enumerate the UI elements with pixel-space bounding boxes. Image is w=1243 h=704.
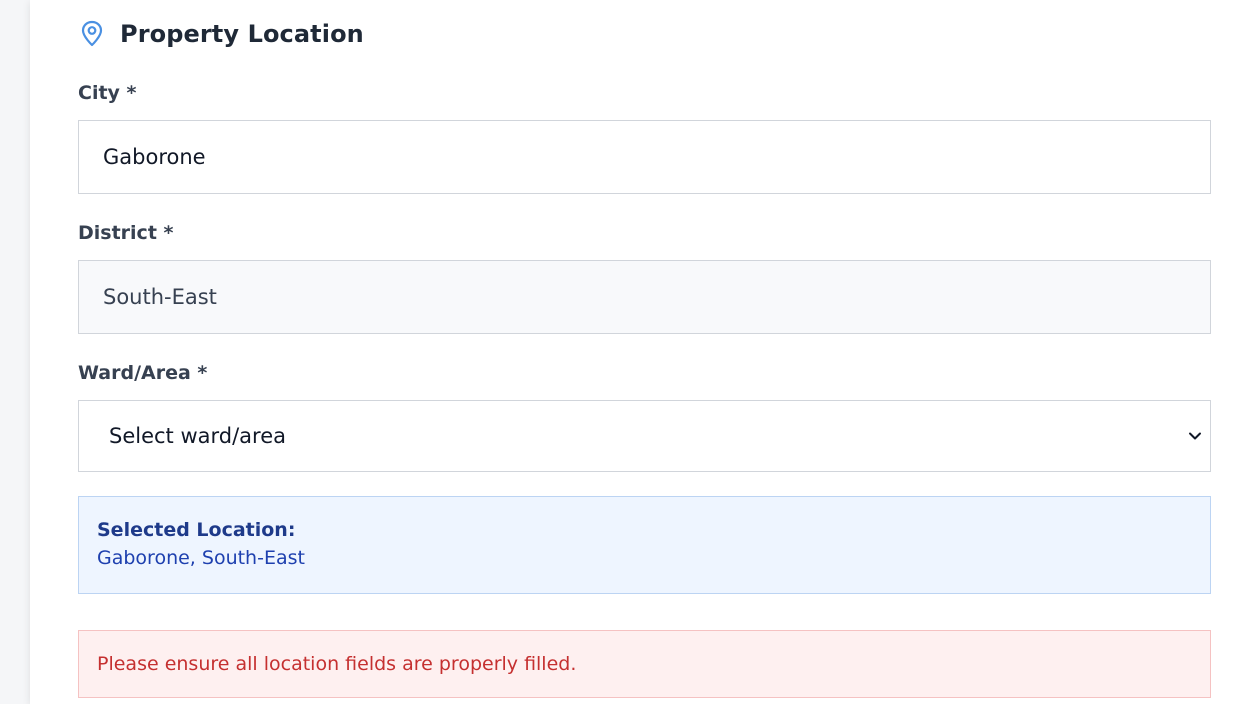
left-gutter [0,0,30,704]
district-label: District * [78,222,174,244]
error-message: Please ensure all location fields are pr… [97,653,577,675]
ward-selected-value: Select ward/area [109,424,287,448]
selected-location-box: Selected Location: Gaborone, South-East [78,496,1211,594]
city-input[interactable]: Gaborone [78,120,1211,194]
section-title: Property Location [120,20,364,48]
ward-select[interactable]: Select ward/area [78,400,1211,472]
property-location-panel: Property Location City * Gaborone Distri… [30,0,1243,704]
district-input[interactable]: South-East [78,260,1211,334]
map-pin-icon [78,20,106,48]
chevron-down-icon [1188,429,1202,443]
selected-location-title: Selected Location: [97,519,296,541]
ward-label: Ward/Area * [78,362,208,384]
section-header: Property Location [78,14,364,54]
selected-location-value: Gaborone, South-East [97,547,305,569]
city-value: Gaborone [103,145,206,169]
city-label: City * [78,82,137,104]
error-alert: Please ensure all location fields are pr… [78,630,1211,698]
district-value: South-East [103,285,217,309]
